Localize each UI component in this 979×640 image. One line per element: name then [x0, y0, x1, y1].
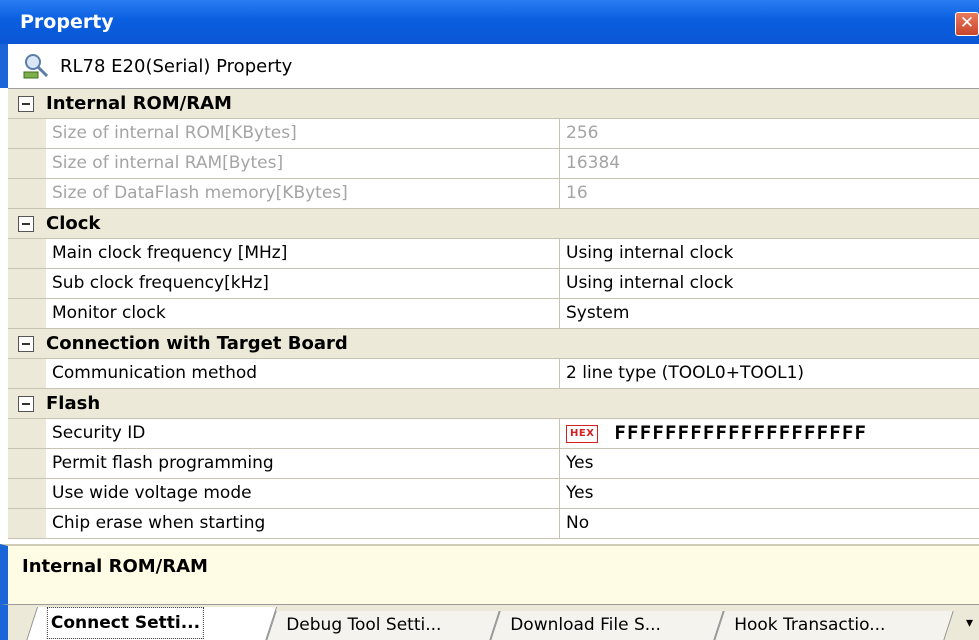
property-value[interactable]: Yes	[560, 449, 979, 478]
property-name: Chip erase when starting	[46, 509, 560, 538]
property-name: Use wide voltage mode	[46, 479, 560, 508]
description-title: Internal ROM/RAM	[22, 556, 208, 577]
property-row[interactable]: Sub clock frequency[kHz] Using internal …	[8, 269, 979, 299]
property-grid: Internal ROM/RAM Size of internal ROM[KB…	[8, 88, 979, 544]
close-icon: ✕	[959, 13, 975, 33]
row-gutter	[8, 509, 46, 538]
property-value[interactable]: 2 line type (TOOL0+TOOL1)	[560, 359, 979, 388]
category-flash[interactable]: Flash	[8, 389, 979, 419]
property-name: Communication method	[46, 359, 560, 388]
tab-hook-transaction-settings[interactable]: Hook Transactio...	[714, 611, 954, 640]
property-row[interactable]: Security ID HEX FFFFFFFFFFFFFFFFFFFF	[8, 419, 979, 449]
property-row[interactable]: Size of internal RAM[Bytes] 16384	[8, 149, 979, 179]
window-title-bar: Property ✕	[0, 0, 979, 44]
tab-label: Connect Setti...	[46, 607, 205, 639]
property-name: Monitor clock	[46, 299, 560, 328]
property-name: Size of DataFlash memory[KBytes]	[46, 179, 560, 208]
property-row[interactable]: Use wide voltage mode Yes	[8, 479, 979, 509]
property-row[interactable]: Size of DataFlash memory[KBytes] 16	[8, 179, 979, 209]
category-label: Clock	[46, 213, 101, 234]
close-button[interactable]: ✕	[955, 12, 979, 36]
property-name: Size of internal ROM[KBytes]	[46, 119, 560, 148]
collapse-toggle-icon[interactable]	[18, 395, 34, 412]
property-header: RL78 E20(Serial) Property	[0, 44, 979, 88]
property-row[interactable]: Permit flash programming Yes	[8, 449, 979, 479]
row-gutter	[8, 419, 46, 448]
window-title: Property	[20, 11, 114, 33]
category-connection-target-board[interactable]: Connection with Target Board	[8, 329, 979, 359]
property-value[interactable]: Using internal clock	[560, 269, 979, 298]
property-value[interactable]: System	[560, 299, 979, 328]
security-id-value[interactable]: HEX FFFFFFFFFFFFFFFFFFFF	[560, 419, 979, 448]
collapse-toggle-icon[interactable]	[18, 95, 34, 112]
category-label: Flash	[46, 393, 101, 414]
property-name: Permit flash programming	[46, 449, 560, 478]
collapse-toggle-icon[interactable]	[18, 335, 34, 352]
tab-debug-tool-settings[interactable]: Debug Tool Setti...	[266, 611, 500, 640]
property-row[interactable]: Chip erase when starting No	[8, 509, 979, 539]
row-gutter	[8, 479, 46, 508]
category-label: Internal ROM/RAM	[46, 93, 232, 114]
tab-label: Download File S...	[510, 615, 661, 635]
row-gutter	[8, 269, 46, 298]
tab-label: Hook Transactio...	[734, 615, 886, 635]
property-row[interactable]: Size of internal ROM[KBytes] 256	[8, 119, 979, 149]
category-clock[interactable]: Clock	[8, 209, 979, 239]
row-gutter	[8, 239, 46, 268]
tab-bar: Connect Setti... Debug Tool Setti... Dow…	[0, 604, 979, 640]
property-value[interactable]: Using internal clock	[560, 239, 979, 268]
property-value: 256	[566, 123, 599, 143]
property-header-label: RL78 E20(Serial) Property	[60, 55, 293, 77]
tab-download-file-settings[interactable]: Download File S...	[490, 611, 724, 640]
category-label: Connection with Target Board	[46, 333, 348, 354]
property-name: Security ID	[46, 419, 560, 448]
property-value: 16384	[566, 153, 621, 173]
debugger-tool-icon	[23, 54, 49, 79]
collapse-toggle-icon[interactable]	[18, 215, 34, 232]
tab-label: Debug Tool Setti...	[286, 615, 442, 635]
row-gutter	[8, 299, 46, 328]
property-row[interactable]: Monitor clock System	[8, 299, 979, 329]
security-id-text: FFFFFFFFFFFFFFFFFFFF	[614, 422, 868, 444]
property-name: Sub clock frequency[kHz]	[46, 269, 560, 298]
row-gutter	[8, 119, 46, 148]
description-panel: Internal ROM/RAM	[0, 544, 979, 604]
property-name: Size of internal RAM[Bytes]	[46, 149, 560, 178]
row-gutter	[8, 359, 46, 388]
row-gutter	[8, 449, 46, 478]
row-gutter	[8, 179, 46, 208]
tab-list-menu-icon[interactable]: ▾	[966, 615, 973, 631]
hex-badge-icon: HEX	[566, 424, 599, 443]
property-value[interactable]: No	[560, 509, 979, 538]
property-value: 16	[566, 183, 588, 203]
tab-connect-settings[interactable]: Connect Setti...	[26, 607, 278, 640]
category-internal-rom-ram[interactable]: Internal ROM/RAM	[8, 89, 979, 119]
row-gutter	[8, 149, 46, 178]
property-value[interactable]: Yes	[560, 479, 979, 508]
property-row[interactable]: Communication method 2 line type (TOOL0+…	[8, 359, 979, 389]
property-name: Main clock frequency [MHz]	[46, 239, 560, 268]
property-row[interactable]: Main clock frequency [MHz] Using interna…	[8, 239, 979, 269]
